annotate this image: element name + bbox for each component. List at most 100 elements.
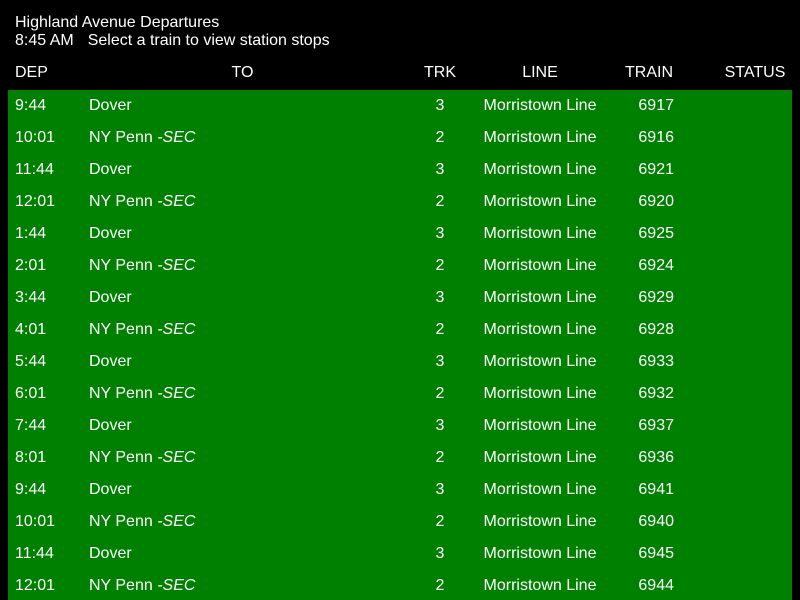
departure-row[interactable]: 3:44 Dover 3 Morristown Line 6929 bbox=[0, 282, 800, 314]
service-note: -SEC bbox=[152, 449, 196, 466]
destination: Dover bbox=[89, 346, 132, 378]
train-number: 6944 bbox=[638, 577, 674, 594]
departure-row[interactable]: 9:44 Dover 3 Morristown Line 6941 bbox=[0, 474, 800, 506]
departure-time: 6:01 bbox=[15, 385, 47, 402]
departure-row[interactable]: 11:44 Dover 3 Morristown Line 6921 bbox=[0, 154, 800, 186]
destination: NY Penn -SEC bbox=[89, 570, 195, 600]
col-header-to: TO bbox=[231, 64, 254, 81]
departure-time: 7:44 bbox=[15, 417, 47, 434]
track-number: 3 bbox=[435, 545, 445, 562]
departure-time: 12:01 bbox=[15, 577, 56, 594]
station-title: Highland Avenue Departures bbox=[15, 14, 220, 31]
train-number: 6936 bbox=[638, 449, 674, 466]
departure-row[interactable]: 5:44 Dover 3 Morristown Line 6933 bbox=[0, 346, 800, 378]
line-name: Morristown Line bbox=[483, 289, 597, 306]
destination-name: Dover bbox=[89, 161, 132, 178]
track-number: 2 bbox=[435, 321, 445, 338]
departure-row[interactable]: 12:01 NY Penn -SEC 2 Morristown Line 6920 bbox=[0, 186, 800, 218]
departure-time: 8:01 bbox=[15, 449, 47, 466]
current-time: 8:45 AM bbox=[15, 32, 74, 49]
departure-board-page: Highland Avenue Departures 8:45 AM Select… bbox=[0, 0, 800, 600]
line-name: Morristown Line bbox=[483, 417, 597, 434]
destination-name: Dover bbox=[89, 353, 132, 370]
line-name: Morristown Line bbox=[483, 225, 597, 242]
train-number: 6917 bbox=[638, 97, 674, 114]
destination: Dover bbox=[89, 154, 132, 186]
destination: Dover bbox=[89, 474, 132, 506]
line-name: Morristown Line bbox=[483, 545, 597, 562]
departure-time: 11:44 bbox=[15, 545, 54, 562]
departure-time: 5:44 bbox=[15, 353, 47, 370]
destination-name: NY Penn bbox=[89, 321, 153, 338]
track-number: 3 bbox=[435, 481, 445, 498]
departure-time: 4:01 bbox=[15, 321, 47, 338]
departure-row[interactable]: 7:44 Dover 3 Morristown Line 6937 bbox=[0, 410, 800, 442]
service-note: -SEC bbox=[152, 193, 196, 210]
train-number: 6920 bbox=[638, 193, 674, 210]
destination-name: Dover bbox=[89, 225, 132, 242]
departure-time: 11:44 bbox=[15, 161, 54, 178]
line-name: Morristown Line bbox=[483, 481, 597, 498]
line-name: Morristown Line bbox=[483, 129, 597, 146]
destination: NY Penn -SEC bbox=[89, 506, 195, 538]
destination: NY Penn -SEC bbox=[89, 186, 195, 218]
line-name: Morristown Line bbox=[483, 449, 597, 466]
destination-name: Dover bbox=[89, 417, 132, 434]
line-name: Morristown Line bbox=[483, 97, 597, 114]
service-note: -SEC bbox=[152, 513, 196, 530]
line-name: Morristown Line bbox=[483, 193, 597, 210]
train-number: 6941 bbox=[638, 481, 674, 498]
track-number: 2 bbox=[435, 449, 445, 466]
departure-row[interactable]: 2:01 NY Penn -SEC 2 Morristown Line 6924 bbox=[0, 250, 800, 282]
train-number: 6925 bbox=[638, 225, 674, 242]
train-number: 6916 bbox=[638, 129, 674, 146]
departure-row[interactable]: 8:01 NY Penn -SEC 2 Morristown Line 6936 bbox=[0, 442, 800, 474]
train-number: 6932 bbox=[638, 385, 674, 402]
train-number: 6940 bbox=[638, 513, 674, 530]
line-name: Morristown Line bbox=[483, 513, 597, 530]
destination-name: NY Penn bbox=[89, 385, 153, 402]
departure-time: 10:01 bbox=[15, 513, 56, 530]
line-name: Morristown Line bbox=[483, 385, 597, 402]
line-name: Morristown Line bbox=[483, 321, 597, 338]
track-number: 2 bbox=[435, 385, 445, 402]
line-name: Morristown Line bbox=[483, 353, 597, 370]
departure-row[interactable]: 1:44 Dover 3 Morristown Line 6925 bbox=[0, 218, 800, 250]
col-header-status: STATUS bbox=[724, 64, 786, 81]
track-number: 2 bbox=[435, 577, 445, 594]
departure-row[interactable]: 11:44 Dover 3 Morristown Line 6945 bbox=[0, 538, 800, 570]
destination-name: NY Penn bbox=[89, 129, 153, 146]
destination-name: NY Penn bbox=[89, 449, 153, 466]
departure-time: 9:44 bbox=[15, 481, 47, 498]
destination: Dover bbox=[89, 90, 132, 122]
destination-name: Dover bbox=[89, 481, 132, 498]
col-header-trk: TRK bbox=[424, 64, 456, 81]
destination: NY Penn -SEC bbox=[89, 250, 195, 282]
line-name: Morristown Line bbox=[483, 257, 597, 274]
destination: Dover bbox=[89, 218, 132, 250]
track-number: 3 bbox=[435, 353, 445, 370]
track-number: 2 bbox=[435, 257, 445, 274]
line-name: Morristown Line bbox=[483, 577, 597, 594]
destination: NY Penn -SEC bbox=[89, 442, 195, 474]
destination: Dover bbox=[89, 282, 132, 314]
instruction-text: Select a train to view station stops bbox=[87, 32, 330, 49]
destination-name: Dover bbox=[89, 289, 132, 306]
departure-row[interactable]: 10:01 NY Penn -SEC 2 Morristown Line 6916 bbox=[0, 122, 800, 154]
track-number: 3 bbox=[435, 161, 445, 178]
departure-row[interactable]: 9:44 Dover 3 Morristown Line 6917 bbox=[0, 90, 800, 122]
departure-row[interactable]: 6:01 NY Penn -SEC 2 Morristown Line 6932 bbox=[0, 378, 800, 410]
destination-name: NY Penn bbox=[89, 513, 153, 530]
track-number: 3 bbox=[435, 289, 445, 306]
departure-row[interactable]: 4:01 NY Penn -SEC 2 Morristown Line 6928 bbox=[0, 314, 800, 346]
destination-name: Dover bbox=[89, 97, 132, 114]
track-number: 2 bbox=[435, 129, 445, 146]
departure-time: 10:01 bbox=[15, 129, 56, 146]
departure-row[interactable]: 10:01 NY Penn -SEC 2 Morristown Line 6940 bbox=[0, 506, 800, 538]
train-number: 6921 bbox=[638, 161, 674, 178]
departure-row[interactable]: 12:01 NY Penn -SEC 2 Morristown Line 6944 bbox=[0, 570, 800, 600]
col-header-line: LINE bbox=[522, 64, 558, 81]
line-name: Morristown Line bbox=[483, 161, 597, 178]
train-number: 6933 bbox=[638, 353, 674, 370]
departure-time: 1:44 bbox=[15, 225, 47, 242]
